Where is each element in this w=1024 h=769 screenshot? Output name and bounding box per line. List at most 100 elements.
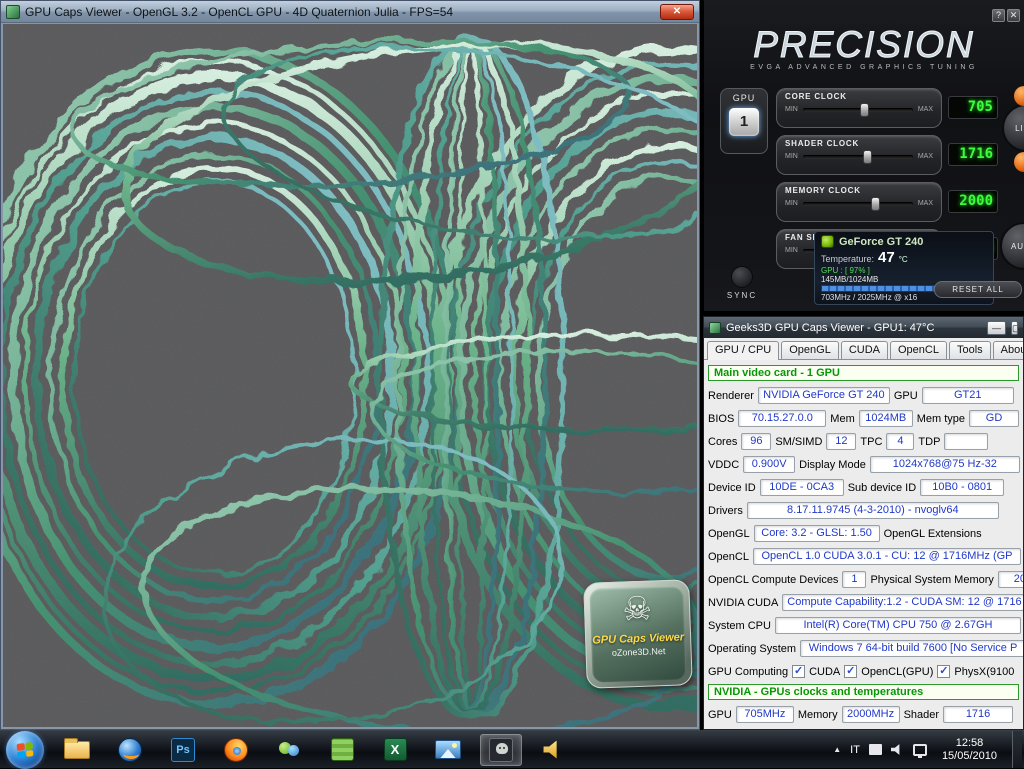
physical-memory-value: 20 (998, 571, 1024, 588)
opengl-extensions-label[interactable]: OpenGL Extensions (884, 528, 982, 540)
taskbar: Ps X ▲ IT 12:58 15/05/2010 (0, 730, 1024, 768)
core-clock-slider[interactable] (803, 108, 913, 112)
shader-clock-knob[interactable] (863, 150, 872, 164)
nvidia-logo (821, 235, 834, 248)
gpu-usage: GPU : [ 97% ] (821, 266, 987, 275)
table-row: OpenGL Core: 3.2 - GLSL: 1.50 OpenGL Ext… (708, 522, 1019, 545)
tab-opencl[interactable]: OpenCL (890, 341, 947, 359)
opengl-viewport[interactable]: ☠ GPU Caps Viewer oZone3D.Net (3, 24, 697, 727)
show-desktop-button[interactable] (1012, 731, 1022, 768)
taskbar-item-pictures[interactable] (427, 734, 469, 766)
main-titlebar[interactable]: GPU Caps Viewer - OpenGL 3.2 - OpenCL GP… (1, 1, 699, 23)
tpc-value: 4 (886, 433, 914, 450)
table-row: Cores 96 SM/SIMD 12 TPC 4 TDP (708, 430, 1019, 453)
taskbar-item-gpu-caps-viewer[interactable] (480, 734, 522, 766)
help-icon[interactable]: ? (992, 9, 1005, 22)
sm-value: 12 (826, 433, 856, 450)
section-clocks-temps: NVIDIA - GPUs clocks and temperatures (708, 684, 1019, 700)
opencl-devices-value: 1 (842, 571, 866, 588)
sync-button[interactable] (731, 266, 753, 288)
memory-clock-slider[interactable] (803, 202, 913, 206)
table-row: Drivers 8.17.11.9745 (4-3-2010) - nvoglv… (708, 499, 1019, 522)
language-indicator[interactable]: IT (850, 744, 860, 756)
orange-knob-top[interactable] (1014, 86, 1024, 106)
system-tray: ▲ IT 12:58 15/05/2010 (833, 731, 1024, 768)
gpu-caps-viewer-icon (489, 738, 513, 762)
app-icon (6, 5, 20, 19)
memory-clock-group: MEMORY CLOCK MIN MAX (776, 182, 942, 222)
network-icon[interactable] (913, 744, 927, 756)
tab-tools[interactable]: Tools (949, 341, 991, 359)
tab-opengl[interactable]: OpenGL (781, 341, 839, 359)
maximize-icon[interactable]: ▢ (1011, 321, 1018, 335)
mem-value: 1024MB (859, 410, 913, 427)
clock-memory-value: 2000MHz (842, 706, 900, 723)
tdp-value (944, 433, 988, 450)
close-icon[interactable]: ✕ (660, 4, 694, 20)
minimize-icon[interactable]: — (987, 321, 1006, 335)
bios-value: 70.15.27.0.0 (738, 410, 826, 427)
taskbar-item-media-player[interactable] (109, 734, 151, 766)
taskbar-item-excel[interactable]: X (374, 734, 416, 766)
opencl-checkbox[interactable]: ✓ (844, 665, 857, 678)
precision-tagline: EVGA ADVANCED GRAPHICS TUNING (704, 64, 1024, 71)
gpu-caps-demo-window: GPU Caps Viewer - OpenGL 3.2 - OpenCL GP… (0, 0, 700, 730)
gpu-selector-value[interactable]: 1 (729, 108, 759, 136)
evga-precision-window: ? ✕ PRECISION EVGA ADVANCED GRAPHICS TUN… (703, 0, 1024, 311)
cpu-value: Intel(R) Core(TM) CPU 750 @ 2.67GH (775, 617, 1021, 634)
core-clock-led: 705 (948, 96, 998, 119)
table-row: NVIDIA CUDA Compute Capability:1.2 - CUD… (708, 591, 1019, 614)
taskbar-item-audio-mixer[interactable] (533, 734, 575, 766)
clock[interactable]: 12:58 15/05/2010 (936, 737, 1003, 763)
table-row: Device ID 10DE - 0CA3 Sub device ID 10B0… (708, 476, 1019, 499)
firefox-icon (224, 738, 248, 762)
link-button[interactable]: LINK (1002, 104, 1024, 152)
taskbar-item-messenger[interactable] (268, 734, 310, 766)
cuda-checkbox[interactable]: ✓ (792, 665, 805, 678)
vddc-value: 0.900V (743, 456, 795, 473)
close-icon[interactable]: ✕ (1007, 9, 1020, 22)
caps-titlebar[interactable]: Geeks3D GPU Caps Viewer - GPU1: 47°C — ▢ (704, 317, 1023, 338)
input-method-icon[interactable] (869, 744, 882, 755)
gpu-selector-label: GPU (721, 93, 767, 103)
watermark-title: GPU Caps Viewer (591, 631, 685, 646)
clock-gpu-value: 705MHz (736, 706, 794, 723)
table-row: VDDC 0.900V Display Mode 1024x768@75 Hz-… (708, 453, 1019, 476)
people-icon (277, 739, 301, 761)
gpu-value: GT21 (922, 387, 1014, 404)
memory-clock-led: 2000 (948, 190, 998, 213)
taskbar-item-notes[interactable] (321, 734, 363, 766)
device-id-value: 10DE - 0CA3 (760, 479, 844, 496)
sync-control[interactable]: SYNC (718, 266, 766, 300)
tab-cuda[interactable]: CUDA (841, 341, 888, 359)
taskbar-item-explorer[interactable] (56, 734, 98, 766)
memory-clock-knob[interactable] (871, 197, 880, 211)
tray-time: 12:58 (942, 737, 997, 750)
start-button[interactable] (6, 731, 44, 769)
tab-about[interactable]: About (993, 341, 1024, 359)
caps-tabs: GPU / CPU OpenGL CUDA OpenCL Tools About (704, 338, 1023, 360)
shader-clock-slider[interactable] (803, 155, 913, 159)
physx-checkbox[interactable]: ✓ (937, 665, 950, 678)
orange-knob-bottom[interactable] (1014, 152, 1024, 172)
auto-button[interactable]: AUTO (1000, 222, 1024, 270)
shader-clock-led: 1716 (948, 143, 998, 166)
temperature-value: 47 (878, 249, 895, 266)
opengl-value: Core: 3.2 - GLSL: 1.50 (754, 525, 880, 542)
reset-all-button[interactable]: RESET ALL (934, 281, 1022, 298)
tab-gpu-cpu[interactable]: GPU / CPU (707, 341, 779, 360)
sub-device-id-value: 10B0 - 0801 (920, 479, 1004, 496)
renderer-value: NVIDIA GeForce GT 240 (758, 387, 890, 404)
gpu-selector[interactable]: GPU 1 (720, 88, 768, 154)
volume-icon[interactable] (891, 744, 904, 756)
core-clock-knob[interactable] (860, 103, 869, 117)
display-mode-value: 1024x768@75 Hz-32 (870, 456, 1020, 473)
taskbar-item-photoshop[interactable]: Ps (162, 734, 204, 766)
gpu-name: GeForce GT 240 (839, 236, 923, 248)
show-hidden-icons-button[interactable]: ▲ (833, 745, 841, 754)
taskbar-item-firefox[interactable] (215, 734, 257, 766)
folder-icon (64, 741, 90, 759)
pictures-icon (435, 740, 461, 759)
table-row: BIOS 70.15.27.0.0 Mem 1024MB Mem type GD (708, 407, 1019, 430)
main-window-title: GPU Caps Viewer - OpenGL 3.2 - OpenCL GP… (25, 5, 453, 19)
